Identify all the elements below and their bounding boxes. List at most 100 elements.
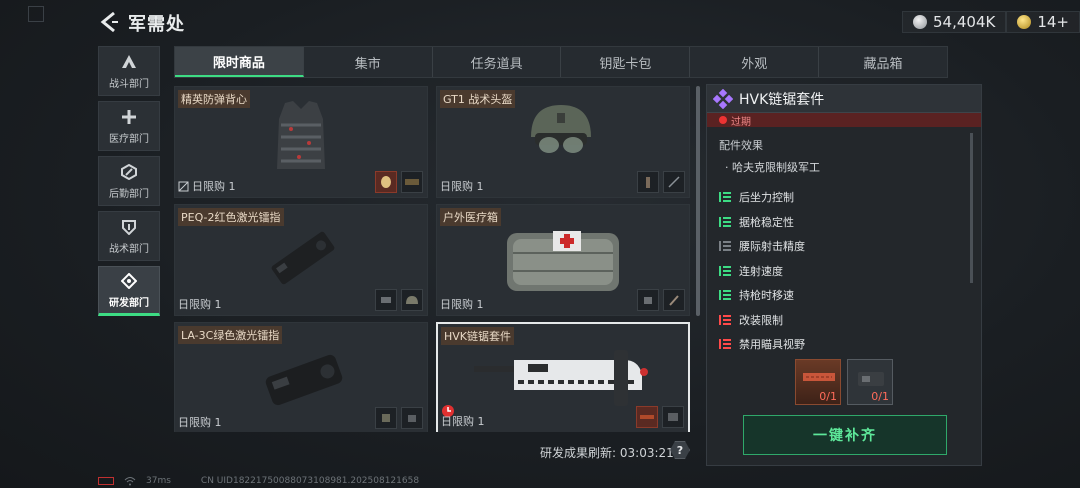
- material-thumb[interactable]: [375, 289, 397, 311]
- material-thumb[interactable]: [401, 171, 423, 193]
- attribute-label: 改装限制: [739, 313, 783, 327]
- item-limit-text: 日限购 1: [441, 415, 485, 428]
- item-materials: [637, 289, 685, 311]
- nav-research[interactable]: 研发部门: [98, 266, 160, 316]
- refill-button[interactable]: 一键补齐: [743, 415, 947, 455]
- required-materials: 0/1 0/1: [795, 359, 893, 405]
- grid-scrollbar[interactable]: [696, 86, 700, 316]
- item-card[interactable]: GT1 战术头盔 日限购 1: [436, 86, 690, 198]
- pack-icon: [408, 415, 416, 422]
- detail-scrollbar[interactable]: [970, 133, 973, 283]
- helmet-image: [531, 105, 591, 153]
- material-thumb[interactable]: [375, 171, 397, 193]
- mask-icon: [381, 176, 391, 188]
- laser-la3c-image: [265, 354, 343, 406]
- material-thumb[interactable]: [375, 407, 397, 429]
- material-thumb[interactable]: [637, 289, 659, 311]
- item-limit: 日限购 1: [178, 414, 222, 430]
- item-name: GT1 战术头盔: [440, 90, 516, 108]
- no-restock-icon: [178, 181, 189, 191]
- item-name: 户外医疗箱: [440, 208, 501, 226]
- currency-silver[interactable]: 54,404K: [902, 11, 1007, 33]
- item-grid: 精英防弹背心 日限购 1 GT1 战术头盔 日限购 1 PEQ-2红色激光镭指 …: [174, 86, 690, 432]
- nav-medical[interactable]: 医疗部门: [98, 101, 160, 151]
- silver-value: 54,404K: [933, 13, 996, 31]
- tab-market[interactable]: 集市: [304, 47, 433, 77]
- material-thumb[interactable]: [401, 289, 423, 311]
- nav-tactical[interactable]: 战术部门: [98, 211, 160, 261]
- nav-tactical-label: 战术部门: [109, 243, 149, 255]
- pouch-icon: [644, 297, 652, 304]
- material-count: 0/1: [819, 390, 837, 403]
- attribute-row: 据枪稳定性: [719, 210, 969, 235]
- material-slot[interactable]: 0/1: [795, 359, 841, 405]
- material-thumb[interactable]: [636, 406, 658, 428]
- attribute-row: 改装限制: [719, 308, 969, 333]
- device-part-icon: [858, 372, 884, 386]
- item-name: HVK链锯套件: [441, 327, 515, 345]
- stat-bars-icon: [719, 216, 731, 227]
- refresh-label: 研发成果刷新:: [540, 446, 617, 460]
- attribute-row: 连射速度: [719, 259, 969, 284]
- battery-icon: [98, 477, 114, 485]
- material-thumb[interactable]: [663, 289, 685, 311]
- item-card-selected[interactable]: HVK链锯套件 日限购 1: [436, 322, 690, 432]
- tab-keycards[interactable]: 钥匙卡包: [561, 47, 691, 77]
- nav-logistics[interactable]: 后勤部门: [98, 156, 160, 206]
- attribute-list: 后坐力控制 据枪稳定性 腰际射击精度 连射速度 持枪时移速 改装限制 禁用瞄具视野: [719, 185, 969, 357]
- patch-icon: [405, 179, 419, 185]
- stat-bars-icon: [719, 265, 731, 276]
- expire-icon: [719, 116, 727, 124]
- attribute-label: 连射速度: [739, 264, 783, 278]
- item-name: 精英防弹背心: [178, 90, 250, 108]
- attribute-label: 禁用瞄具视野: [739, 338, 805, 352]
- chip-icon: [381, 297, 391, 303]
- detail-title: HVK链锯套件: [739, 91, 825, 108]
- nav-combat[interactable]: 战斗部门: [98, 46, 160, 96]
- material-thumb[interactable]: [637, 171, 659, 193]
- item-limit-text: 日限购 1: [440, 298, 484, 311]
- tab-limited[interactable]: 限时商品: [175, 47, 304, 77]
- material-thumb[interactable]: [401, 407, 423, 429]
- detail-header: HVK链锯套件: [707, 85, 981, 113]
- stat-bars-icon: [719, 290, 731, 301]
- material-thumb[interactable]: [663, 171, 685, 193]
- chain-part-icon: [803, 373, 835, 381]
- item-card[interactable]: 户外医疗箱 日限购 1: [436, 204, 690, 316]
- chainsaw-kit-image: [474, 350, 648, 406]
- tab-appearance[interactable]: 外观: [690, 47, 820, 77]
- vest-image: [277, 101, 325, 169]
- stat-bars-icon: [719, 192, 731, 203]
- nav-combat-label: 战斗部门: [109, 78, 149, 90]
- laser-peq2-image: [271, 231, 335, 285]
- currency-panel: 54,404K 14+: [902, 10, 1080, 34]
- item-limit: 日限购 1: [440, 178, 484, 194]
- item-limit: 日限购 1: [440, 296, 484, 312]
- purple-rarity-icon: [713, 88, 733, 109]
- item-materials: [375, 171, 423, 193]
- helmet-small-icon: [406, 296, 418, 304]
- item-card[interactable]: PEQ-2红色激光镭指 日限购 1: [174, 204, 428, 316]
- refresh-time: 03:03:21: [619, 446, 674, 460]
- currency-gold[interactable]: 14+: [1006, 11, 1080, 33]
- stat-bars-icon: [719, 241, 731, 252]
- item-limit-text: 日限购 1: [178, 416, 222, 429]
- chain-icon: [640, 415, 654, 419]
- item-materials: [636, 406, 684, 428]
- tab-quest-items[interactable]: 任务道具: [433, 47, 562, 77]
- material-thumb[interactable]: [662, 406, 684, 428]
- gold-coin-icon: [1017, 15, 1032, 29]
- stat-bars-icon: [719, 314, 731, 325]
- tab-collection-box[interactable]: 藏品箱: [819, 47, 947, 77]
- attribute-row: 腰际射击精度: [719, 234, 969, 259]
- back-arrow-icon: [100, 11, 118, 33]
- item-name: LA-3C绿色激光镭指: [178, 326, 283, 344]
- expire-banner: 过期: [707, 113, 981, 128]
- item-name: PEQ-2红色激光镭指: [178, 208, 284, 226]
- item-card[interactable]: 精英防弹背心 日限购 1: [174, 86, 428, 198]
- item-card[interactable]: LA-3C绿色激光镭指 日限购 1: [174, 322, 428, 432]
- material-slot[interactable]: 0/1: [847, 359, 893, 405]
- back-button[interactable]: [98, 10, 120, 34]
- attribute-row: 禁用瞄具视野: [719, 332, 969, 357]
- corner-marker: [28, 6, 44, 22]
